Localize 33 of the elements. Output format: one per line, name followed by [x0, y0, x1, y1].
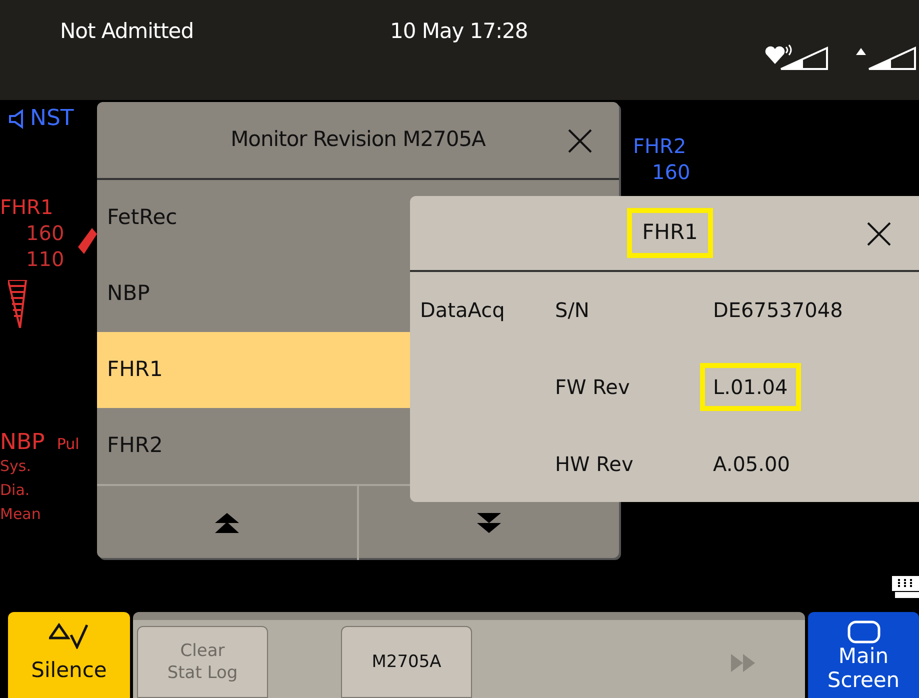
double-down-icon: [477, 513, 501, 533]
upper-limit: 160: [25, 220, 64, 246]
heart-signal-icon: [765, 44, 831, 70]
field-value: DE67537048: [712, 297, 844, 324]
signal-strength-icon: [853, 44, 919, 70]
fhr2-label: FHR2: [633, 134, 686, 158]
nbp-row-label: Dia.: [0, 480, 31, 501]
date-time: 10 May 17:28: [390, 18, 528, 45]
lower-limit: 110: [25, 246, 64, 272]
close-icon[interactable]: [567, 128, 593, 154]
softkey-button[interactable]: M2705A: [341, 626, 472, 698]
double-up-icon: [215, 513, 239, 533]
speaker-icon: [8, 108, 26, 128]
upper-limit: 160: [652, 160, 690, 184]
fhr1-label: FHR1: [0, 194, 54, 220]
close-icon[interactable]: [866, 221, 892, 247]
alarm-acknowledge-icon: [49, 623, 89, 650]
mode-label: NST: [30, 105, 74, 133]
pulse-label: Pul: [56, 434, 80, 455]
main-screen-button[interactable]: Main Screen: [808, 612, 919, 698]
silence-button[interactable]: Silence: [8, 612, 130, 698]
dialog-title: FHR1: [627, 208, 713, 258]
group-label: DataAcq: [420, 297, 505, 324]
dialog-title: Monitor Revision M2705A: [230, 126, 486, 154]
field-value: A.05.00: [712, 450, 791, 478]
nbp-label: NBP: [0, 429, 45, 457]
field-label: S/N: [555, 297, 590, 324]
volume-bar-icon: [8, 280, 28, 328]
screen-icon: [846, 620, 880, 644]
patient-status: Not Admitted: [60, 18, 194, 45]
field-value: L.01.04: [700, 362, 801, 411]
nbp-row-label: Mean: [0, 504, 41, 525]
nbp-row-label: Sys.: [0, 456, 32, 477]
